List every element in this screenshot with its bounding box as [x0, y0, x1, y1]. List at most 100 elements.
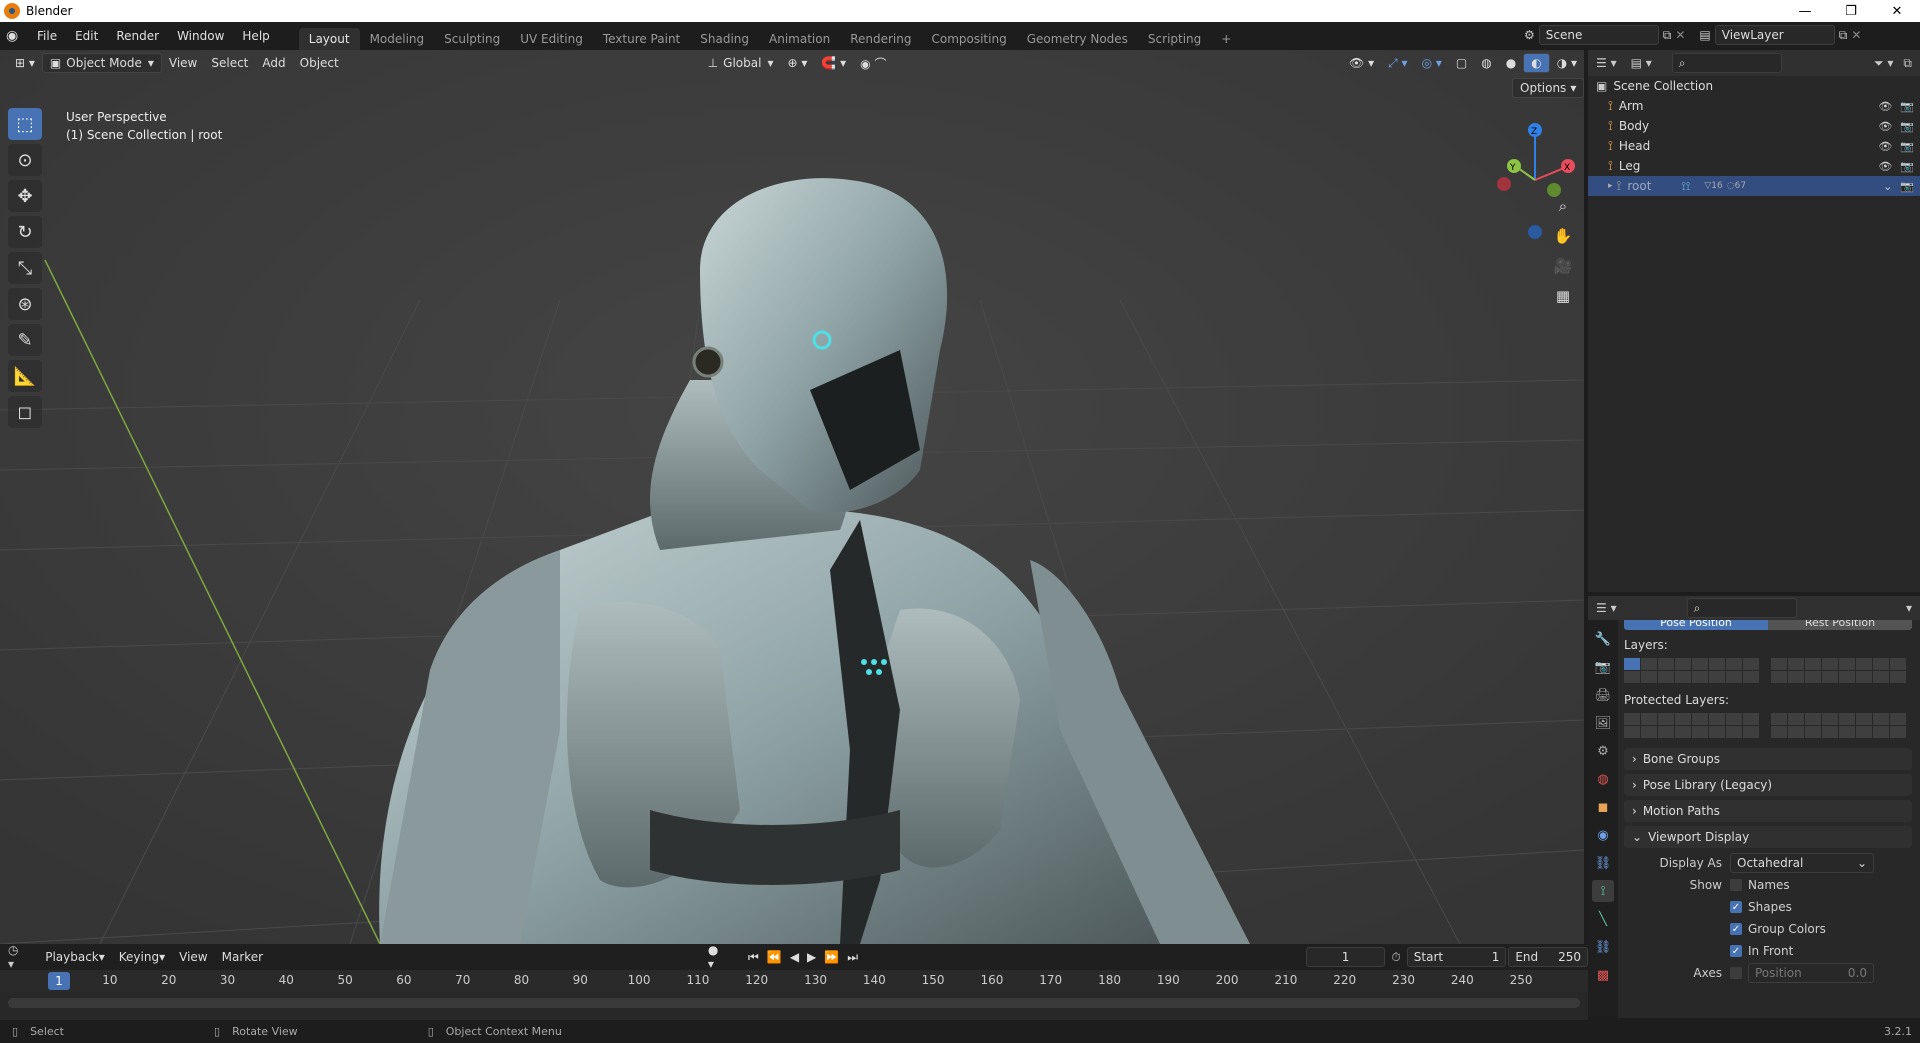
- outliner-search-input[interactable]: ⌕: [1671, 53, 1782, 73]
- overlay-toggle-button[interactable]: ◎ ▾: [1415, 53, 1449, 73]
- menu-add[interactable]: Add: [255, 53, 292, 73]
- scene-name-field[interactable]: Scene: [1538, 25, 1659, 45]
- current-frame-marker[interactable]: 1: [48, 972, 70, 990]
- view-layer-tab-icon[interactable]: 🖼: [1592, 712, 1614, 734]
- scale-tool[interactable]: ⤡: [8, 252, 42, 284]
- menu-object[interactable]: Object: [293, 53, 346, 73]
- next-keyframe-icon[interactable]: ⏩: [824, 950, 839, 964]
- output-tab-icon[interactable]: 🖨: [1592, 684, 1614, 706]
- properties-options-icon[interactable]: ▾: [1906, 601, 1912, 615]
- delete-view-layer-icon[interactable]: ✕: [1851, 28, 1861, 42]
- pose-position-button[interactable]: Pose Position: [1624, 620, 1768, 630]
- axes-position-field[interactable]: Position 0.0: [1748, 963, 1874, 983]
- display-as-select[interactable]: Octahedral ⌄: [1730, 853, 1874, 873]
- display-mode-icon[interactable]: ▤ ▾: [1631, 56, 1652, 70]
- camera-icon[interactable]: 📷: [1900, 120, 1914, 133]
- properties-editor-type-icon[interactable]: ☰ ▾: [1596, 601, 1617, 615]
- tab-sculpting[interactable]: Sculpting: [434, 28, 510, 50]
- rotate-tool[interactable]: ↻: [8, 216, 42, 248]
- object-mode-select[interactable]: ▣ Object Mode ▾: [41, 53, 162, 73]
- select-box-tool[interactable]: ⬚: [8, 108, 42, 140]
- view-layer-field[interactable]: ViewLayer: [1714, 25, 1835, 45]
- outliner-item-arm[interactable]: ⟟ Arm 👁 📷: [1588, 96, 1920, 116]
- shading-rendered-button[interactable]: ◑ ▾: [1550, 53, 1584, 73]
- timeline-view-menu[interactable]: View: [172, 947, 214, 967]
- eye-icon[interactable]: 👁: [1878, 140, 1892, 153]
- gizmo-toggle-button[interactable]: ⤢ ▾: [1381, 53, 1414, 73]
- tab-shading[interactable]: Shading: [690, 28, 759, 50]
- timeline-scrollbar[interactable]: [8, 998, 1580, 1008]
- measure-tool[interactable]: 📐: [8, 360, 42, 392]
- texture-tab-icon[interactable]: ▩: [1592, 964, 1614, 986]
- new-view-layer-icon[interactable]: ⧉: [1839, 28, 1848, 43]
- tab-layout[interactable]: Layout: [298, 28, 360, 50]
- new-collection-icon[interactable]: ⧉: [1903, 56, 1912, 71]
- outliner-item-root[interactable]: ▸ ⟟ root ⟟⟟ ▽16 ◌67 ⌄ 📷: [1588, 176, 1920, 196]
- shading-solid-button[interactable]: ●: [1499, 53, 1523, 73]
- tab-rendering[interactable]: Rendering: [840, 28, 921, 50]
- maximize-button[interactable]: ❐: [1828, 0, 1874, 22]
- object-tab-icon[interactable]: ◼: [1592, 796, 1614, 818]
- menu-view[interactable]: View: [162, 53, 204, 73]
- expand-arrow-icon[interactable]: ▸: [1608, 181, 1613, 191]
- bone-constraints-tab-icon[interactable]: ⛓: [1592, 936, 1614, 958]
- constraints-tab-icon[interactable]: ⛓: [1592, 852, 1614, 874]
- keying-menu[interactable]: Keying ▾: [112, 947, 172, 967]
- tab-modeling[interactable]: Modeling: [360, 28, 435, 50]
- eye-icon[interactable]: 👁: [1878, 100, 1892, 113]
- annotate-tool[interactable]: ✎: [8, 324, 42, 356]
- visibility-button[interactable]: 👁 ▾: [1342, 53, 1381, 73]
- shading-material-button[interactable]: ◐: [1523, 53, 1550, 73]
- xray-toggle-button[interactable]: ▢: [1449, 53, 1474, 73]
- timeline-editor-type-icon[interactable]: ◷ ▾: [8, 943, 28, 971]
- menu-select[interactable]: Select: [204, 53, 255, 73]
- tab-compositing[interactable]: Compositing: [921, 28, 1016, 50]
- camera-icon[interactable]: 📷: [1900, 160, 1914, 173]
- outliner-item-body[interactable]: ⟟ Body 👁 📷: [1588, 116, 1920, 136]
- scene-collection-row[interactable]: ▣ Scene Collection: [1588, 76, 1920, 96]
- tab-geometry-nodes[interactable]: Geometry Nodes: [1017, 28, 1138, 50]
- snap-button[interactable]: 🧲 ▾: [814, 53, 853, 73]
- shading-wireframe-button[interactable]: ◍: [1474, 53, 1498, 73]
- tab-animation[interactable]: Animation: [759, 28, 840, 50]
- prev-keyframe-icon[interactable]: ⏪: [767, 950, 782, 964]
- playback-menu[interactable]: Playback ▾: [38, 947, 112, 967]
- menu-help[interactable]: Help: [233, 22, 278, 50]
- tab-uv-editing[interactable]: UV Editing: [510, 28, 593, 50]
- tool-tab-icon[interactable]: 🔧: [1592, 628, 1614, 650]
- proportional-edit-button[interactable]: ◉ ⌒: [853, 53, 893, 73]
- shapes-checkbox[interactable]: ✓: [1730, 901, 1742, 913]
- transform-orientation-select[interactable]: ⊥ Global ▾: [701, 53, 781, 73]
- clock-icon[interactable]: ⏱: [1391, 950, 1400, 965]
- transform-tool[interactable]: ⊛: [8, 288, 42, 320]
- camera-icon[interactable]: 📷: [1900, 180, 1914, 193]
- add-workspace-button[interactable]: +: [1211, 28, 1241, 50]
- menu-edit[interactable]: Edit: [66, 22, 107, 50]
- world-tab-icon[interactable]: ◍: [1592, 768, 1614, 790]
- outliner-item-head[interactable]: ⟟ Head 👁 📷: [1588, 136, 1920, 156]
- record-icon[interactable]: ● ▾: [708, 943, 728, 971]
- jump-start-icon[interactable]: ⏮: [748, 950, 759, 965]
- frame-ruler[interactable]: 1 10 20 30 40 50 60 70 80 90 100 110 120 130 140 150 16…: [0, 970, 1588, 992]
- eye-icon[interactable]: 👁: [1878, 160, 1892, 173]
- 3d-viewport[interactable]: ⊞ ▾ ▣ Object Mode ▾ View Select Add Object…: [0, 50, 1584, 944]
- end-frame-field[interactable]: End 250: [1508, 947, 1588, 967]
- bone-tab-icon[interactable]: ╲: [1592, 908, 1614, 930]
- new-scene-icon[interactable]: ⧉: [1663, 28, 1672, 43]
- filter-icon[interactable]: ⏷ ▾: [1874, 56, 1893, 71]
- menu-render[interactable]: Render: [107, 22, 168, 50]
- eye-closed-icon[interactable]: ⌄: [1883, 180, 1892, 193]
- delete-scene-icon[interactable]: ✕: [1675, 28, 1685, 42]
- layers-grid[interactable]: [1624, 658, 1912, 683]
- current-frame-field[interactable]: 1: [1305, 947, 1386, 967]
- add-cube-tool[interactable]: ◻: [8, 396, 42, 428]
- outliner-editor-type-icon[interactable]: ☰ ▾: [1596, 56, 1617, 70]
- options-dropdown[interactable]: Options ▾: [1512, 78, 1584, 98]
- axes-checkbox[interactable]: [1730, 967, 1742, 979]
- armature-data-tab-icon[interactable]: ⟟: [1592, 880, 1614, 902]
- cursor-tool[interactable]: ⊙: [8, 144, 42, 176]
- camera-icon[interactable]: 📷: [1900, 140, 1914, 153]
- minimize-button[interactable]: —: [1782, 0, 1828, 22]
- physics-tab-icon[interactable]: ◉: [1592, 824, 1614, 846]
- group-colors-checkbox[interactable]: ✓: [1730, 923, 1742, 935]
